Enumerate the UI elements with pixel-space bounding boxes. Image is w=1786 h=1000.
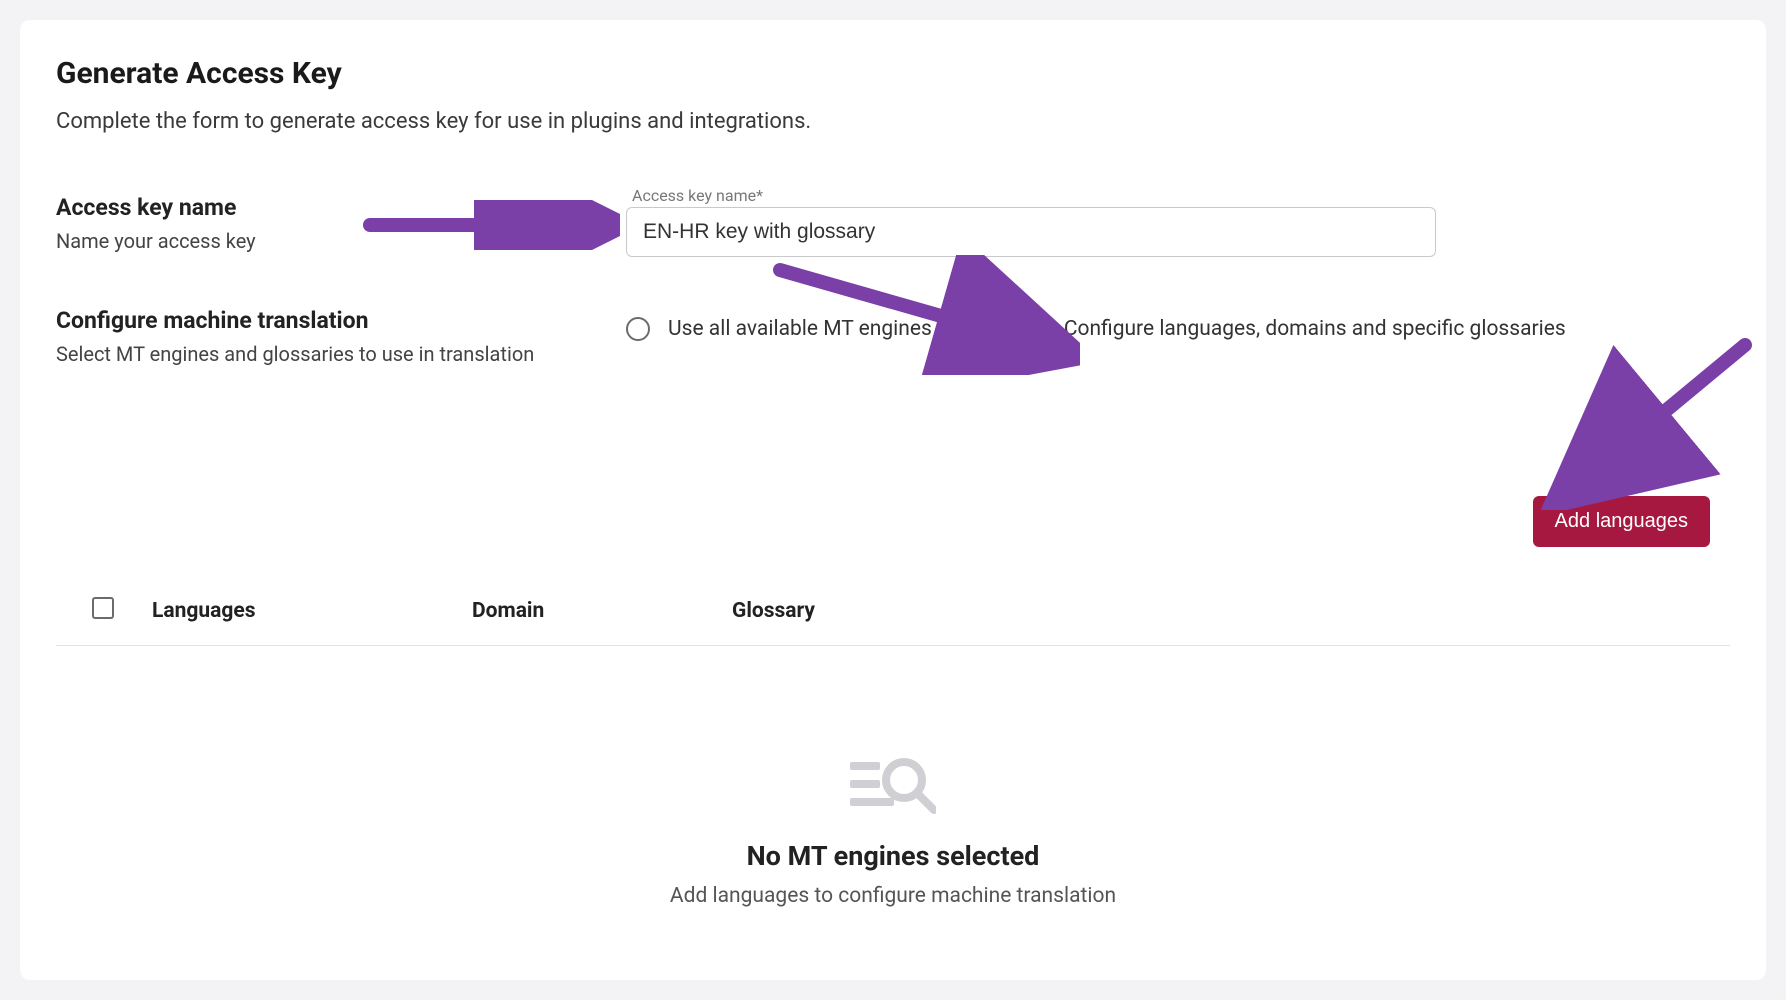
search-list-icon [850,756,936,820]
row-configure-mt: Configure machine translation Select MT … [56,307,1730,366]
radio-configure-specific-label: Configure languages, domains and specifi… [1064,317,1566,341]
page-title: Generate Access Key [56,56,1730,91]
configure-mt-label: Configure machine translation [56,307,626,334]
empty-state: No MT engines selected Add languages to … [56,756,1730,908]
radio-configure-specific[interactable]: Configure languages, domains and specifi… [1022,317,1566,341]
row-access-key: Access key name Name your access key Acc… [56,194,1730,257]
select-all-checkbox[interactable] [92,597,114,619]
access-key-float-label: Access key name* [632,186,1730,205]
col-languages: Languages [152,599,472,623]
page-subtitle: Complete the form to generate access key… [56,109,1730,134]
languages-table-header: Languages Domain Glossary [56,577,1730,646]
access-key-label: Access key name [56,194,626,221]
empty-subtitle: Add languages to configure machine trans… [56,884,1730,908]
configure-mt-help: Select MT engines and glossaries to use … [56,342,626,366]
col-glossary: Glossary [732,599,1694,623]
radio-use-all[interactable]: Use all available MT engines [626,317,932,341]
empty-title: No MT engines selected [56,840,1730,872]
radio-use-all-label: Use all available MT engines [668,317,932,341]
col-domain: Domain [472,599,732,623]
action-row: Add languages [56,496,1730,547]
access-key-name-input[interactable] [626,207,1436,257]
radio-icon [626,317,650,341]
access-key-help: Name your access key [56,229,626,253]
main-card: Generate Access Key Complete the form to… [20,20,1766,980]
radio-icon [1022,317,1046,341]
add-languages-button[interactable]: Add languages [1533,496,1710,547]
